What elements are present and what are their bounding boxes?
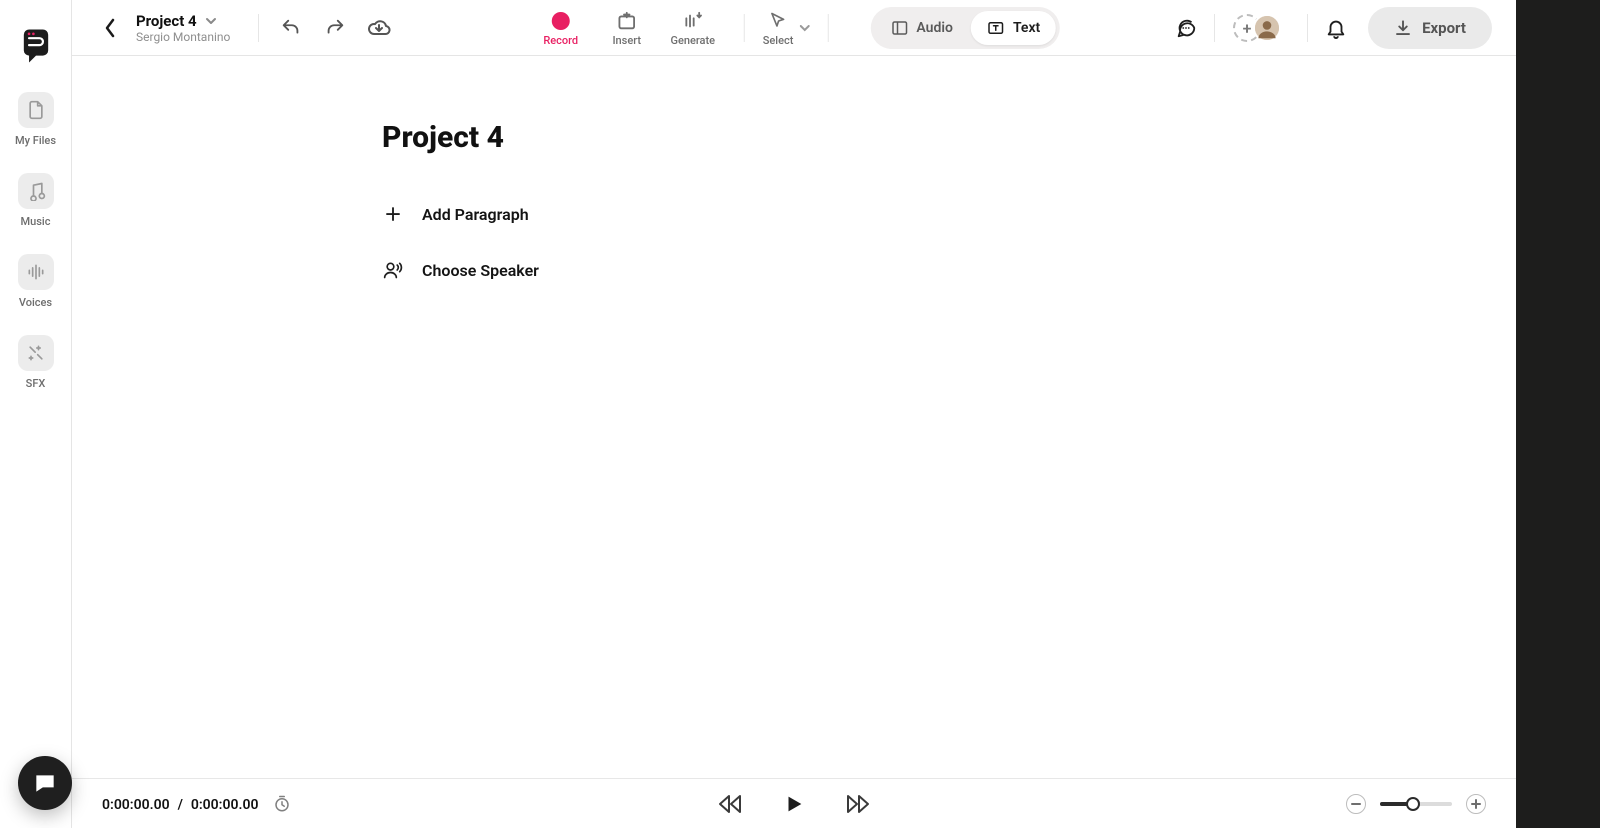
transport-bar: 0:00:00.00 / 0:00:00.00 [72,778,1516,828]
export-label: Export [1422,19,1466,37]
mode-text[interactable]: Text [971,11,1056,45]
mode-audio[interactable]: Audio [874,11,969,45]
sidebar-item-label: My Files [15,134,56,147]
speaker-person-icon [382,259,404,281]
chevron-down-icon [799,25,809,32]
rewind-button[interactable] [717,791,743,817]
undo-button[interactable] [277,14,305,42]
add-paragraph-label: Add Paragraph [422,205,529,224]
sidebar-item-my-files[interactable]: My Files [15,92,56,147]
zoom-slider[interactable] [1380,802,1452,806]
window-edge-strip [1516,0,1600,828]
record-button[interactable]: Record [528,10,594,47]
mode-toggle: Audio Text [870,7,1060,49]
mode-text-label: Text [1013,20,1040,36]
sidebar-item-label: Voices [19,296,52,309]
choose-speaker-button[interactable]: Choose Speaker [382,251,1516,289]
redo-button[interactable] [321,14,349,42]
generate-button[interactable]: Generate [660,10,726,47]
timer-mode-button[interactable] [272,794,292,814]
zoom-thumb[interactable] [1406,797,1420,811]
insert-label: Insert [612,34,641,47]
divider [1214,14,1215,42]
choose-speaker-label: Choose Speaker [422,261,539,280]
zoom-in-button[interactable] [1466,794,1486,814]
back-button[interactable] [96,14,124,42]
left-rail: My Files Music Voices SFX [0,0,72,828]
zoom-controls [1346,794,1486,814]
project-author: Sergio Montanino [136,30,230,44]
music-icon [18,173,54,209]
app-logo[interactable] [18,26,54,66]
user-avatar[interactable] [1253,14,1281,42]
divider [827,14,828,42]
waveform-icon [18,254,54,290]
select-label: Select [763,34,794,47]
sidebar-item-voices[interactable]: Voices [18,254,54,309]
playhead-time: 0:00:00.00 / 0:00:00.00 [102,794,258,813]
sidebar-item-music[interactable]: Music [18,173,54,228]
project-title-block: Project 4 Sergio Montanino [136,12,230,44]
help-chat-button[interactable] [18,756,72,810]
time-current: 0:00:00.00 [102,797,170,813]
project-title-dropdown[interactable]: Project 4 [136,12,230,30]
center-actions: Record Insert Generate Select [528,0,1060,56]
chevron-down-icon [205,17,217,25]
generate-label: Generate [670,34,715,47]
add-paragraph-button[interactable]: Add Paragraph [382,195,1516,233]
zoom-out-button[interactable] [1346,794,1366,814]
cloud-sync-button[interactable] [365,14,393,42]
divider [1307,14,1308,42]
comments-button[interactable] [1172,14,1200,42]
file-icon [18,92,54,128]
notifications-button[interactable] [1322,14,1350,42]
text-cursor-icon [987,19,1005,37]
export-button[interactable]: Export [1368,7,1492,49]
transport-controls [717,791,871,817]
top-bar: Project 4 Sergio Montanino Record Insert [72,0,1516,56]
divider [744,14,745,42]
sparkle-icon [18,335,54,371]
insert-icon [616,10,638,32]
play-button[interactable] [781,791,807,817]
sidebar-item-label: Music [21,215,51,228]
plus-icon [382,203,404,225]
forward-button[interactable] [845,791,871,817]
sidebar-item-sfx[interactable]: SFX [18,335,54,390]
sidebar-item-label: SFX [26,377,46,390]
main-canvas: Project 4 Add Paragraph Choose Speaker [72,56,1516,778]
panel-icon [890,19,908,37]
time-separator: / [178,797,183,813]
mode-audio-label: Audio [916,20,953,36]
project-title: Project 4 [136,12,197,30]
cursor-icon [768,10,788,32]
insert-button[interactable]: Insert [594,10,660,47]
select-tool[interactable]: Select [763,10,810,47]
download-icon [1394,19,1412,37]
time-total: 0:00:00.00 [191,797,259,813]
record-dot-icon [552,12,570,30]
generate-icon [682,10,704,32]
page-title[interactable]: Project 4 [382,120,1516,155]
top-right-controls: + Export [1172,0,1492,56]
collaborators: + [1241,14,1281,42]
record-label: Record [543,34,578,47]
divider [258,14,259,42]
